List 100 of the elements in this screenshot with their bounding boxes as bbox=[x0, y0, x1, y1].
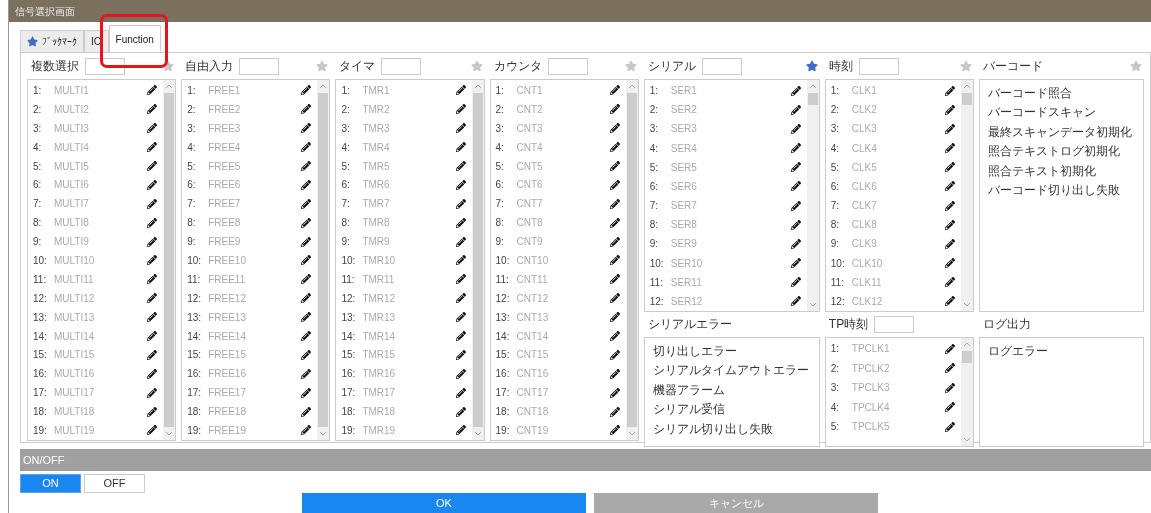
edit-pencil-icon[interactable] bbox=[455, 123, 466, 134]
edit-pencil-icon[interactable] bbox=[455, 179, 466, 190]
signal-item[interactable]: 17: CNT17 bbox=[490, 383, 626, 403]
scrollbar[interactable] bbox=[806, 80, 819, 311]
signal-item[interactable]: 18: FREE18 bbox=[182, 402, 318, 422]
edit-pencil-icon[interactable] bbox=[301, 349, 312, 360]
signal-item[interactable]: 13: FREE13 bbox=[182, 307, 318, 327]
toggle-option[interactable]: OFF bbox=[84, 474, 145, 493]
signal-item[interactable]: 19: TMR19 bbox=[336, 421, 472, 440]
action-item[interactable]: ログエラー bbox=[980, 341, 1143, 361]
edit-pencil-icon[interactable] bbox=[455, 274, 466, 285]
signal-item[interactable]: 16: TMR16 bbox=[336, 364, 472, 384]
filter-field[interactable] bbox=[858, 57, 899, 75]
edit-pencil-icon[interactable] bbox=[147, 274, 158, 285]
edit-pencil-icon[interactable] bbox=[609, 406, 620, 417]
edit-pencil-icon[interactable] bbox=[301, 179, 312, 190]
action-item[interactable]: 切り出しエラー bbox=[644, 341, 819, 361]
signal-item[interactable]: 15: MULTI15 bbox=[28, 345, 164, 365]
signal-item[interactable]: 16: FREE16 bbox=[182, 364, 318, 384]
signal-item[interactable]: 17: FREE17 bbox=[182, 383, 318, 403]
signal-item[interactable]: 1: TPCLK1 bbox=[825, 339, 961, 359]
signal-item[interactable]: 3: SER3 bbox=[644, 119, 807, 139]
signal-item[interactable]: 17: TMR17 bbox=[336, 383, 472, 403]
tab[interactable]: Function bbox=[108, 25, 161, 53]
edit-pencil-icon[interactable] bbox=[455, 387, 466, 398]
edit-pencil-icon[interactable] bbox=[945, 421, 955, 432]
edit-pencil-icon[interactable] bbox=[945, 382, 955, 393]
edit-pencil-icon[interactable] bbox=[147, 123, 158, 134]
edit-pencil-icon[interactable] bbox=[609, 349, 620, 360]
edit-pencil-icon[interactable] bbox=[147, 142, 158, 153]
signal-item[interactable]: 5: FREE5 bbox=[182, 156, 318, 176]
action-item[interactable]: シリアルタイムアウトエラー bbox=[644, 360, 819, 380]
scrollbar[interactable] bbox=[961, 338, 973, 446]
signal-item[interactable]: 7: MULTI7 bbox=[28, 194, 164, 214]
bookmark-star-icon[interactable] bbox=[960, 60, 972, 72]
edit-pencil-icon[interactable] bbox=[609, 142, 620, 153]
edit-pencil-icon[interactable] bbox=[147, 217, 158, 228]
edit-pencil-icon[interactable] bbox=[790, 200, 801, 211]
signal-item[interactable]: 3: FREE3 bbox=[182, 118, 318, 138]
signal-item[interactable]: 8: CNT8 bbox=[490, 213, 626, 233]
signal-item[interactable]: 1: FREE1 bbox=[182, 81, 318, 100]
signal-item[interactable]: 11: TMR11 bbox=[336, 269, 472, 289]
edit-pencil-icon[interactable] bbox=[609, 161, 620, 171]
edit-pencil-icon[interactable] bbox=[790, 238, 801, 249]
edit-pencil-icon[interactable] bbox=[945, 123, 955, 134]
signal-item[interactable]: 16: MULTI16 bbox=[28, 364, 164, 384]
signal-item[interactable]: 14: TMR14 bbox=[336, 326, 472, 346]
edit-pencil-icon[interactable] bbox=[147, 425, 158, 436]
edit-pencil-icon[interactable] bbox=[790, 143, 801, 154]
edit-pencil-icon[interactable] bbox=[301, 85, 312, 96]
edit-pencil-icon[interactable] bbox=[790, 104, 801, 115]
signal-item[interactable]: 12: MULTI12 bbox=[28, 288, 164, 308]
edit-pencil-icon[interactable] bbox=[790, 162, 801, 173]
edit-pencil-icon[interactable] bbox=[945, 296, 955, 307]
filter-field[interactable] bbox=[381, 57, 422, 75]
signal-item[interactable]: 18: TMR18 bbox=[336, 402, 472, 422]
signal-item[interactable]: 14: CNT14 bbox=[490, 326, 626, 346]
signal-item[interactable]: 11: MULTI11 bbox=[28, 269, 164, 289]
scroll-thumb[interactable] bbox=[318, 93, 329, 427]
signal-item[interactable]: 7: TMR7 bbox=[336, 194, 472, 214]
signal-item[interactable]: 5: TMR5 bbox=[336, 156, 472, 176]
signal-item[interactable]: 7: SER7 bbox=[644, 196, 807, 216]
edit-pencil-icon[interactable] bbox=[301, 387, 312, 398]
edit-pencil-icon[interactable] bbox=[945, 85, 955, 96]
signal-item[interactable]: 1: MULTI1 bbox=[28, 81, 164, 100]
signal-item[interactable]: 11: SER11 bbox=[644, 272, 807, 292]
edit-pencil-icon[interactable] bbox=[609, 293, 620, 304]
signal-item[interactable]: 4: CNT4 bbox=[490, 137, 626, 157]
signal-item[interactable]: 8: CLK8 bbox=[825, 215, 961, 235]
scroll-thumb[interactable] bbox=[164, 93, 175, 427]
bookmark-star-icon[interactable] bbox=[1130, 60, 1142, 72]
signal-item[interactable]: 4: MULTI4 bbox=[28, 137, 164, 157]
signal-item[interactable]: 5: SER5 bbox=[644, 157, 807, 177]
signal-item[interactable]: 13: TMR13 bbox=[336, 307, 472, 327]
edit-pencil-icon[interactable] bbox=[609, 104, 620, 115]
edit-pencil-icon[interactable] bbox=[455, 217, 466, 228]
bookmark-star-icon[interactable] bbox=[805, 60, 818, 72]
edit-pencil-icon[interactable] bbox=[301, 274, 312, 285]
signal-item[interactable]: 1: SER1 bbox=[644, 81, 807, 101]
signal-item[interactable]: 2: TMR2 bbox=[336, 99, 472, 119]
edit-pencil-icon[interactable] bbox=[455, 425, 466, 436]
signal-item[interactable]: 4: SER4 bbox=[644, 138, 807, 158]
edit-pencil-icon[interactable] bbox=[301, 331, 312, 341]
edit-pencil-icon[interactable] bbox=[455, 368, 466, 379]
signal-item[interactable]: 10: TMR10 bbox=[336, 251, 472, 270]
filter-field[interactable] bbox=[701, 57, 742, 75]
edit-pencil-icon[interactable] bbox=[147, 104, 158, 115]
signal-item[interactable]: 1: TMR1 bbox=[336, 81, 472, 100]
signal-item[interactable]: 11: CNT11 bbox=[490, 269, 626, 289]
signal-item[interactable]: 2: MULTI2 bbox=[28, 99, 164, 119]
scroll-thumb[interactable] bbox=[962, 351, 972, 363]
filter-field[interactable] bbox=[239, 57, 280, 75]
scroll-thumb[interactable] bbox=[626, 93, 637, 427]
signal-item[interactable]: 9: CLK9 bbox=[825, 234, 961, 254]
signal-item[interactable]: 4: FREE4 bbox=[182, 137, 318, 157]
edit-pencil-icon[interactable] bbox=[147, 85, 158, 96]
signal-item[interactable]: 11: CLK11 bbox=[825, 272, 961, 292]
signal-item[interactable]: 5: MULTI5 bbox=[28, 156, 164, 176]
edit-pencil-icon[interactable] bbox=[945, 200, 955, 211]
signal-item[interactable]: 2: TPCLK2 bbox=[825, 358, 961, 378]
